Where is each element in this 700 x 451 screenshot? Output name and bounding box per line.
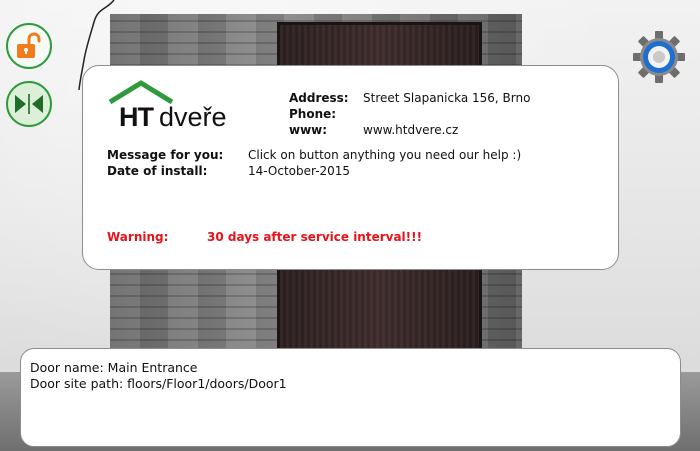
message-value: Click on button anything you need our he… xyxy=(248,148,522,162)
door-name-text: Door name: Main Entrance xyxy=(30,360,198,375)
split-view-button[interactable] xyxy=(6,81,52,127)
logo-text-bold: HT xyxy=(119,102,154,132)
unlocked-padlock-icon xyxy=(17,32,41,58)
door-path-text: Door site path: floors/Floor1/doors/Door… xyxy=(30,376,287,391)
address-value: Street Slapanicka 156, Brno xyxy=(363,91,531,105)
split-arrows-icon xyxy=(15,94,43,114)
door-details-panel: Door name: Main Entrance Door site path:… xyxy=(20,348,681,447)
warning-message: 30 days after service interval!!! xyxy=(207,230,423,244)
gear-icon xyxy=(633,31,685,83)
phone-label: Phone: xyxy=(289,107,337,121)
unlock-button[interactable] xyxy=(6,23,52,69)
message-label: Message for you: xyxy=(107,148,224,162)
logo-text-light: dveře xyxy=(159,102,227,132)
address-label: Address: xyxy=(289,91,349,105)
www-link[interactable]: www.htdvere.cz xyxy=(363,123,458,137)
install-date-label: Date of install: xyxy=(107,164,208,178)
install-date-value: 14-October-2015 xyxy=(248,164,351,178)
door-info-card: HT dveře Address: Street Slapanicka 156,… xyxy=(82,65,619,270)
www-label: www: xyxy=(289,123,328,137)
warning-label: Warning: xyxy=(107,230,169,244)
settings-button[interactable] xyxy=(632,30,686,84)
company-logo: HT dveře xyxy=(107,80,227,136)
